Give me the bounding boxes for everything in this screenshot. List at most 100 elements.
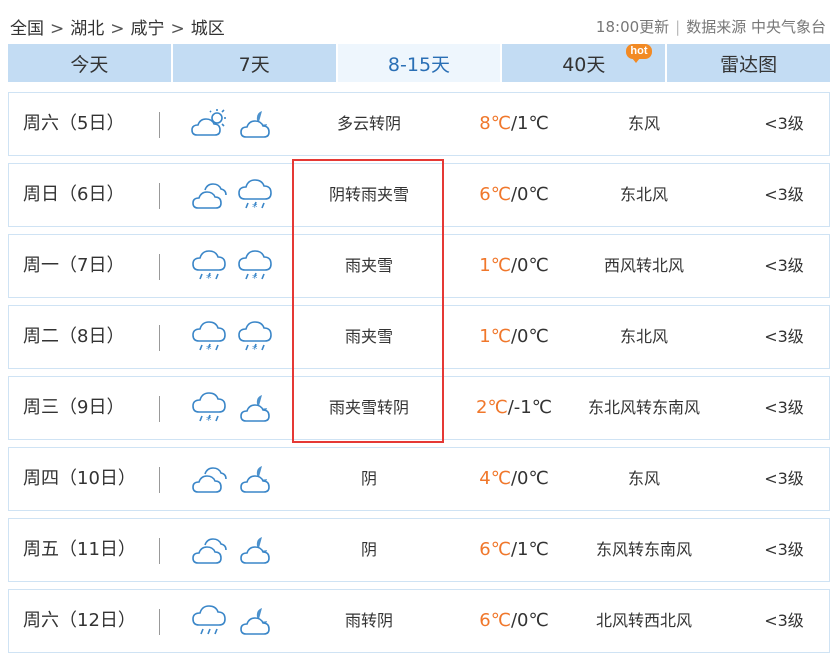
tab-label: 40天 [562, 53, 606, 76]
temperature: 1℃/0℃ [449, 306, 579, 368]
row-divider [159, 609, 160, 635]
weather-description: 雨夹雪 [344, 327, 393, 346]
temperature: 8℃/1℃ [449, 93, 579, 155]
low-temp: /0℃ [510, 255, 549, 276]
tab-8-15-days[interactable]: 8-15天 [337, 44, 501, 82]
row-divider [159, 396, 160, 422]
weather-icons [191, 462, 281, 498]
wind-direction: 北风转西北风 [595, 611, 692, 630]
weather-description: 雨转阴 [344, 611, 393, 630]
hot-badge: hot [626, 44, 652, 63]
forecast-row-3: 周一（7日） * * 雨夹雪 1℃/0℃ 西风转北风 <3级 [8, 234, 830, 298]
tab-today[interactable]: 今天 [8, 44, 171, 82]
low-temp: /0℃ [510, 468, 549, 489]
weather-icons: * * [191, 249, 281, 285]
forecast-row-2: 周日（6日） * 阴转雨夹雪 6℃/0℃ 东北风 <3级 [8, 163, 830, 227]
breadcrumb: 全国 > 湖北 > 咸宁 > 城区 [10, 14, 225, 39]
weather-description: 雨夹雪 [344, 256, 393, 275]
tab-40-days[interactable]: 40天 hot [502, 44, 666, 82]
forecast-row-7: 周五（11日） 阴 6℃/1℃ 东风转东南风 <3级 [8, 518, 830, 582]
breadcrumb-separator: > [50, 19, 65, 39]
wind-direction: 东北风 [619, 185, 668, 204]
high-temp: 6℃ [479, 184, 511, 205]
temperature: 6℃/1℃ [449, 519, 579, 581]
day-label: 周一（7日） [23, 255, 125, 276]
row-divider [159, 183, 160, 209]
breadcrumb-separator: > [170, 19, 185, 39]
row-divider [159, 467, 160, 493]
low-temp: /1℃ [510, 113, 549, 134]
tab-7-days[interactable]: 7天 [172, 44, 336, 82]
wind-level: <3级 [764, 469, 804, 488]
forecast-row-4: 周二（8日） * * 雨夹雪 1℃/0℃ 东北风 <3级 [8, 305, 830, 369]
top-bar: 全国 > 湖北 > 咸宁 > 城区 18:00更新 | 数据来源 中央气象台 [0, 0, 834, 44]
wind-level: <3级 [764, 540, 804, 559]
breadcrumb-item-city[interactable]: 咸宁 [131, 19, 165, 39]
day-label: 周六（5日） [23, 113, 125, 134]
forecast-row-5: 周三（9日） * 雨夹雪转阴 2℃/-1℃ 东北风转东南风 <3级 [8, 376, 830, 440]
tab-label: 今天 [70, 53, 109, 76]
weather-icons: * * [191, 320, 281, 356]
breadcrumb-item-country[interactable]: 全国 [10, 19, 44, 39]
high-temp: 2℃ [476, 397, 508, 418]
day-label: 周三（9日） [23, 397, 125, 418]
high-temp: 4℃ [479, 468, 511, 489]
weather-description: 阴 [360, 469, 377, 488]
temperature: 6℃/0℃ [449, 590, 579, 652]
row-divider [159, 254, 160, 280]
high-temp: 6℃ [479, 539, 511, 560]
weather-icons [191, 604, 281, 640]
day-label: 周日（6日） [23, 184, 125, 205]
row-divider [159, 112, 160, 138]
data-source-label: 数据来源 中央气象台 [686, 18, 826, 36]
weather-description: 雨夹雪转阴 [328, 398, 409, 417]
weather-description: 阴 [360, 540, 377, 559]
breadcrumb-item-province[interactable]: 湖北 [70, 19, 104, 39]
tab-label: 7天 [238, 53, 270, 76]
weather-icons [191, 533, 281, 569]
low-temp: /0℃ [510, 326, 549, 347]
wind-direction: 东北风 [619, 327, 668, 346]
high-temp: 1℃ [479, 255, 511, 276]
temperature: 2℃/-1℃ [449, 377, 579, 439]
weather-icons [191, 107, 281, 143]
high-temp: 8℃ [479, 113, 511, 134]
low-temp: /0℃ [510, 184, 549, 205]
wind-direction: 东北风转东南风 [587, 398, 700, 417]
temperature: 6℃/0℃ [449, 164, 579, 226]
row-divider [159, 538, 160, 564]
forecast-tabs: 今天 7天 8-15天 40天 hot 雷达图 [8, 44, 830, 82]
day-label: 周五（11日） [23, 539, 136, 560]
data-source-info: 18:00更新 | 数据来源 中央气象台 [596, 16, 826, 37]
wind-level: <3级 [764, 256, 804, 275]
weather-icons: * [191, 178, 281, 214]
temperature: 4℃/0℃ [449, 448, 579, 510]
day-label: 周二（8日） [23, 326, 125, 347]
high-temp: 6℃ [479, 610, 511, 631]
source-divider: | [675, 18, 681, 36]
wind-direction: 东风 [627, 469, 660, 488]
wind-direction: 东风 [627, 114, 660, 133]
low-temp: /0℃ [510, 610, 549, 631]
wind-level: <3级 [764, 185, 804, 204]
wind-direction: 东风转东南风 [595, 540, 692, 559]
day-label: 周四（10日） [23, 468, 136, 489]
wind-level: <3级 [764, 611, 804, 630]
tab-label: 8-15天 [387, 53, 451, 76]
update-time: 18:00更新 [595, 18, 670, 36]
breadcrumb-separator: > [110, 19, 125, 39]
high-temp: 1℃ [479, 326, 511, 347]
weather-description: 多云转阴 [336, 114, 401, 133]
weather-icons: * [191, 391, 281, 427]
forecast-row-8: 周六（12日） 雨转阴 6℃/0℃ 北风转西北风 <3级 [8, 589, 830, 653]
tab-label: 雷达图 [720, 53, 778, 76]
forecast-row-6: 周四（10日） 阴 4℃/0℃ 东风 <3级 [8, 447, 830, 511]
wind-level: <3级 [764, 398, 804, 417]
wind-level: <3级 [764, 114, 804, 133]
temperature: 1℃/0℃ [449, 235, 579, 297]
tab-radar[interactable]: 雷达图 [667, 44, 830, 82]
wind-direction: 西风转北风 [603, 256, 684, 275]
wind-level: <3级 [764, 327, 804, 346]
breadcrumb-item-district[interactable]: 城区 [191, 19, 225, 39]
low-temp: /1℃ [510, 539, 549, 560]
